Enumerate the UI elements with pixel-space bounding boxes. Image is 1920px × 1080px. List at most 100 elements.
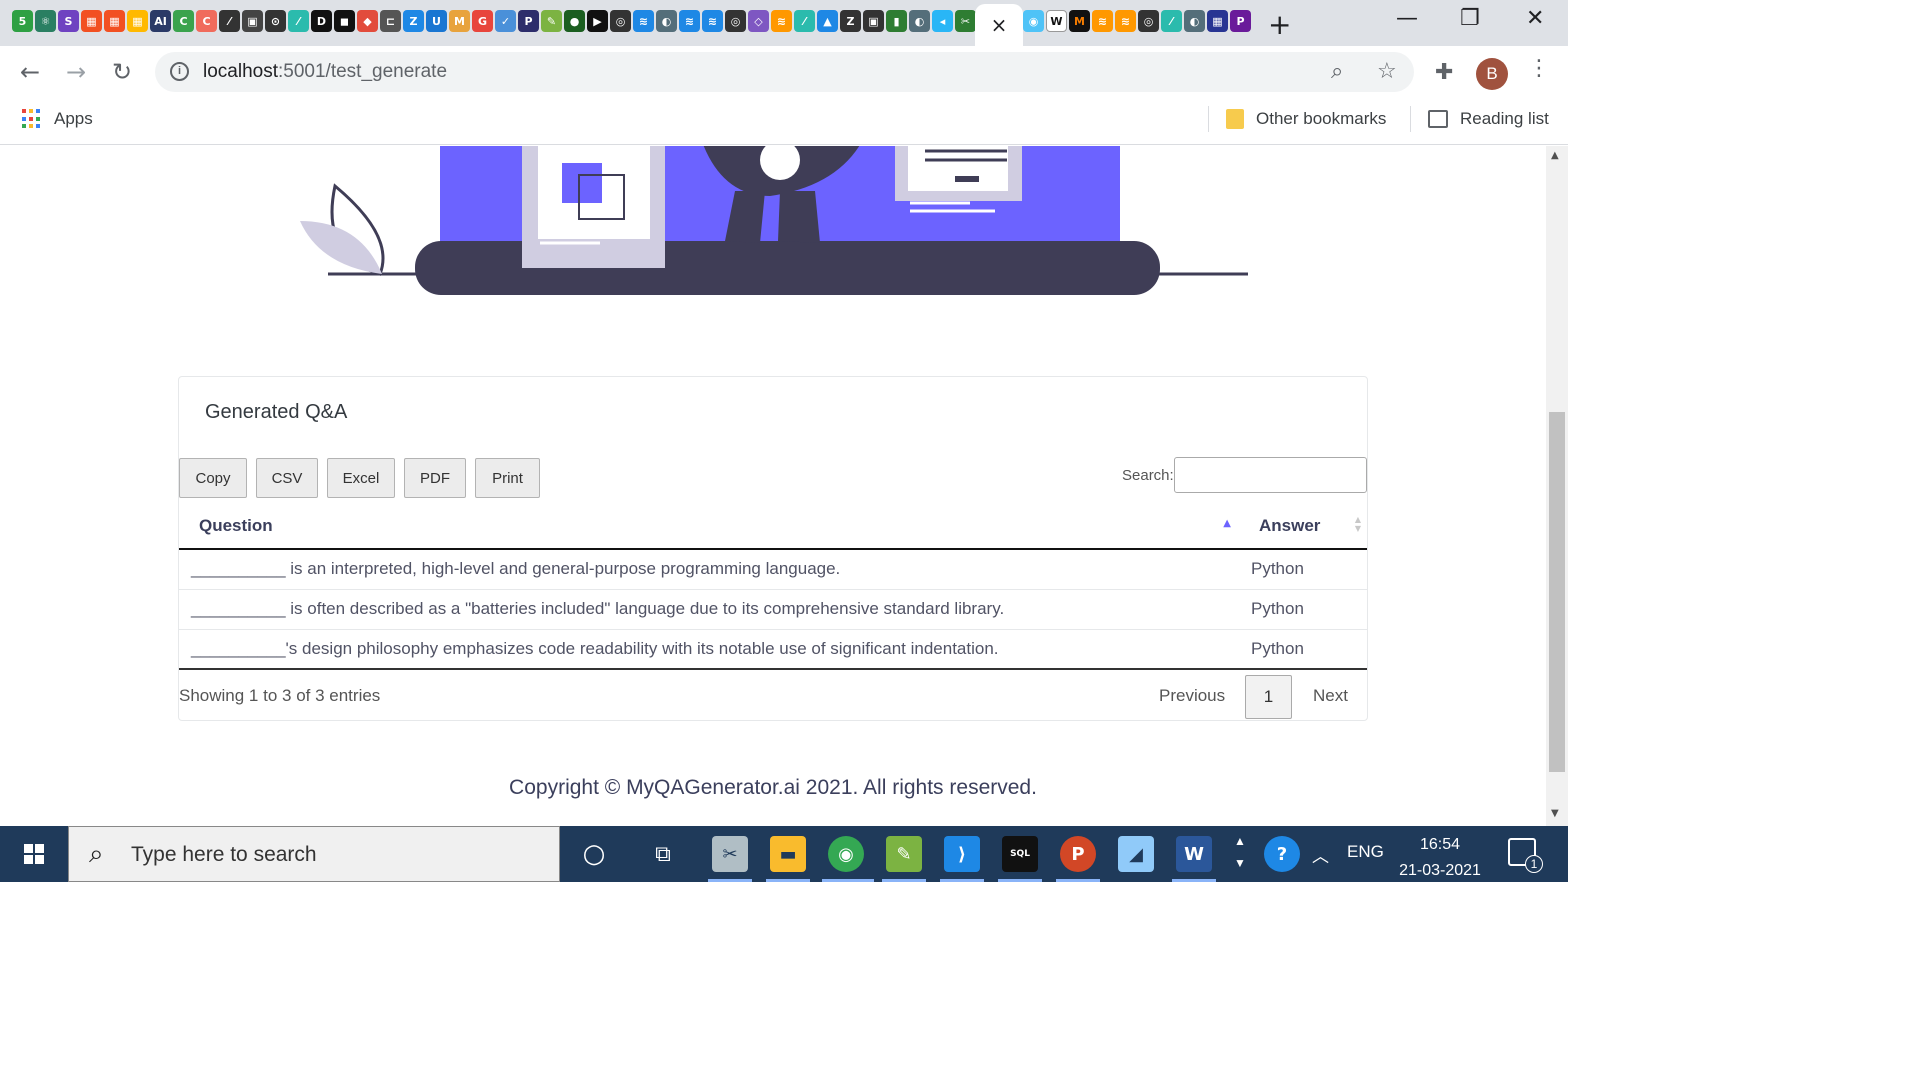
tab-favicon[interactable]: ≋ — [679, 10, 700, 32]
tab-favicon[interactable]: W — [1046, 10, 1067, 32]
tab-favicon[interactable]: ⁄ — [219, 10, 240, 32]
new-tab-button[interactable]: + — [1268, 8, 1291, 41]
current-page-button[interactable]: 1 — [1245, 675, 1292, 719]
system-clock[interactable]: 16:54 21-03-2021 — [1392, 832, 1488, 884]
powerpoint-icon[interactable]: P — [1060, 836, 1096, 872]
tab-favicon[interactable]: 5 — [12, 10, 33, 32]
tab-favicon[interactable]: ▣ — [863, 10, 884, 32]
address-bar[interactable]: i localhost:5001/test_generate ⌕ ☆ — [155, 52, 1414, 92]
page-scrollbar[interactable]: ▲ ▼ — [1546, 146, 1568, 826]
tab-favicon[interactable]: Z — [403, 10, 424, 32]
tab-favicon[interactable]: ≋ — [633, 10, 654, 32]
taskbar-search[interactable]: ⌕ Type here to search — [68, 826, 560, 882]
tab-favicon[interactable]: ▣ — [242, 10, 263, 32]
csv-button[interactable]: CSV — [256, 458, 318, 498]
scroll-up-arrow-icon[interactable]: ▲ — [1551, 150, 1559, 161]
tab-favicon[interactable]: ≋ — [702, 10, 723, 32]
tab-favicon[interactable]: ≋ — [771, 10, 792, 32]
tab-favicon[interactable]: ⁄ — [794, 10, 815, 32]
tab-favicon[interactable]: ▦ — [81, 10, 102, 32]
tab-favicon[interactable]: AI — [150, 10, 171, 32]
pdf-button[interactable]: PDF — [404, 458, 466, 498]
notepad-plus-plus-icon[interactable]: ✎ — [886, 836, 922, 872]
extensions-icon[interactable]: ✚ — [1435, 60, 1453, 85]
url-text[interactable]: localhost:5001/test_generate — [203, 61, 447, 83]
tab-favicon[interactable]: G — [472, 10, 493, 32]
app-icon[interactable]: ◢ — [1118, 836, 1154, 872]
bookmark-star-icon[interactable]: ☆ — [1377, 59, 1397, 84]
mysql-icon[interactable]: SQL — [1002, 836, 1038, 872]
restore-button[interactable]: ❐ — [1460, 6, 1480, 31]
previous-page-button[interactable]: Previous — [1159, 686, 1225, 706]
print-button[interactable]: Print — [475, 458, 540, 498]
task-view-icon[interactable]: ⧉ — [645, 836, 681, 872]
excel-button[interactable]: Excel — [327, 458, 395, 498]
tab-favicon[interactable]: ⁄ — [288, 10, 309, 32]
tab-favicon[interactable]: C — [196, 10, 217, 32]
tab-favicon[interactable]: ▶ — [587, 10, 608, 32]
column-header-answer[interactable]: Answer ▲ ▼ — [1239, 503, 1367, 550]
reload-icon[interactable]: ↻ — [112, 58, 132, 86]
tab-favicon[interactable]: P — [518, 10, 539, 32]
tab-favicon[interactable]: ⊙ — [265, 10, 286, 32]
tab-favicon[interactable]: ● — [564, 10, 585, 32]
tab-favicon[interactable]: ✎ — [541, 10, 562, 32]
tab-favicon[interactable]: M — [449, 10, 470, 32]
zoom-icon[interactable]: ⌕ — [1331, 59, 1343, 84]
tab-favicon[interactable]: ✓ — [495, 10, 516, 32]
taskbar-scroll-icon[interactable]: ▲ ▼ — [1234, 830, 1246, 874]
tab-favicon[interactable]: ◂ — [932, 10, 953, 32]
reading-list[interactable]: Reading list — [1428, 109, 1549, 129]
tab-favicon[interactable]: ◼ — [334, 10, 355, 32]
tab-favicon[interactable]: C — [173, 10, 194, 32]
tab-favicon[interactable]: U — [426, 10, 447, 32]
chrome-icon[interactable]: ◉ — [828, 836, 864, 872]
chevron-up-icon[interactable]: ︿ — [1312, 842, 1329, 867]
tab-favicon[interactable]: ▦ — [127, 10, 148, 32]
tab-favicon[interactable]: ◐ — [656, 10, 677, 32]
tab-favicon[interactable]: ▮ — [886, 10, 907, 32]
snipping-tool-icon[interactable]: ✂ — [712, 836, 748, 872]
tab-favicon[interactable]: ◎ — [1138, 10, 1159, 32]
word-icon[interactable]: W — [1176, 836, 1212, 872]
profile-avatar[interactable]: B — [1476, 58, 1508, 90]
tab-favicon[interactable]: ◇ — [748, 10, 769, 32]
tab-favicon[interactable]: ◎ — [725, 10, 746, 32]
tab-favicon[interactable]: ≋ — [1092, 10, 1113, 32]
file-explorer-icon[interactable]: ▬ — [770, 836, 806, 872]
tab-favicon[interactable]: Z — [840, 10, 861, 32]
tab-favicon[interactable]: ◐ — [1184, 10, 1205, 32]
other-bookmarks[interactable]: Other bookmarks — [1226, 109, 1386, 129]
help-icon[interactable]: ? — [1264, 836, 1300, 872]
apps-bookmark[interactable]: Apps — [22, 109, 93, 129]
tab-favicon[interactable]: D — [311, 10, 332, 32]
forward-arrow-icon[interactable]: → — [66, 58, 86, 86]
window-close-button[interactable]: ✕ — [1526, 6, 1544, 31]
tab-favicon[interactable]: ▦ — [1207, 10, 1228, 32]
tab-favicon[interactable]: P — [1230, 10, 1251, 32]
tab-favicon[interactable]: M — [1069, 10, 1090, 32]
tab-favicon[interactable]: ✂ — [955, 10, 976, 32]
menu-icon[interactable]: ⋮ — [1528, 56, 1550, 81]
tab-favicon[interactable]: ▦ — [104, 10, 125, 32]
tab-favicon[interactable]: ◉ — [1023, 10, 1044, 32]
language-indicator[interactable]: ENG — [1347, 842, 1384, 862]
tab-favicon[interactable]: ⊏ — [380, 10, 401, 32]
search-input[interactable] — [1174, 457, 1367, 493]
scroll-down-arrow-icon[interactable]: ▼ — [1551, 808, 1559, 819]
notification-icon[interactable]: 1 — [1508, 838, 1543, 873]
vscode-icon[interactable]: ⟩ — [944, 836, 980, 872]
back-arrow-icon[interactable]: ← — [20, 58, 40, 86]
scroll-thumb[interactable] — [1549, 412, 1565, 772]
tab-favicon[interactable]: ▲ — [817, 10, 838, 32]
tab-favicon[interactable]: ◆ — [357, 10, 378, 32]
tab-favicon[interactable]: ◎ — [610, 10, 631, 32]
column-header-question[interactable]: Question ▲ — [179, 503, 1239, 550]
start-button[interactable] — [0, 826, 68, 882]
tab-favicon[interactable]: S — [58, 10, 79, 32]
cortana-icon[interactable]: ○ — [576, 836, 612, 872]
tab-favicon[interactable]: ⁄ — [1161, 10, 1182, 32]
minimize-button[interactable]: — — [1396, 6, 1418, 31]
active-tab[interactable]: × — [975, 4, 1023, 46]
next-page-button[interactable]: Next — [1313, 686, 1348, 706]
